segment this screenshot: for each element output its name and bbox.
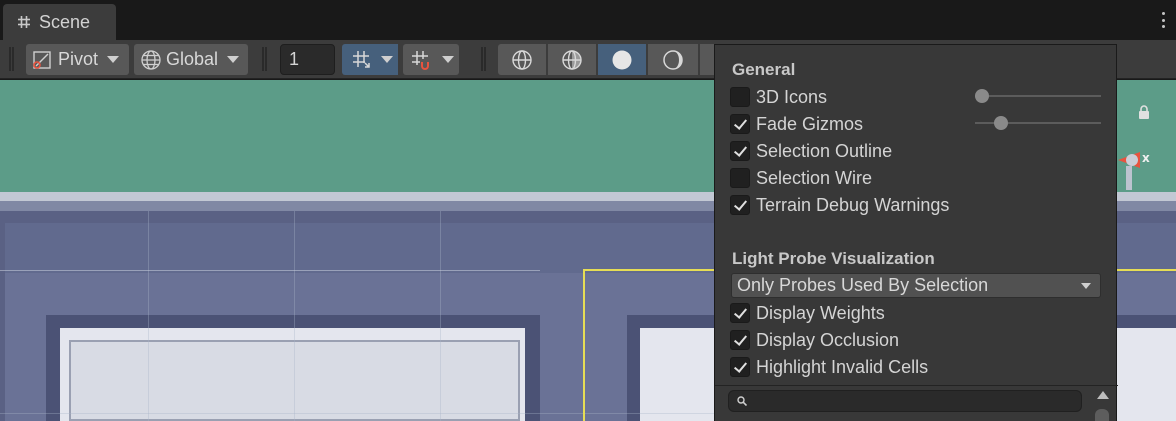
- option-label: Display Weights: [756, 302, 885, 323]
- light-probe-heading: Light Probe Visualization: [732, 249, 935, 268]
- option-display-occlusion[interactable]: Display Occlusion: [730, 329, 899, 351]
- option-selection-outline[interactable]: Selection Outline: [730, 140, 892, 162]
- scene-window: Scene Pivot Global 1 x General 3D Icons …: [0, 0, 1176, 421]
- chevron-down-icon: [1081, 283, 1091, 289]
- checkbox[interactable]: [730, 357, 750, 377]
- fade-gizmos-slider[interactable]: [975, 116, 1101, 130]
- shaded-button[interactable]: [598, 44, 646, 75]
- option-selection-wire[interactable]: Selection Wire: [730, 167, 872, 189]
- option-3d-icons[interactable]: 3D Icons: [730, 86, 827, 108]
- solid-sphere-icon: [612, 50, 632, 69]
- option-label: Selection Outline: [756, 140, 893, 161]
- slider-thumb[interactable]: [994, 116, 1008, 130]
- checkbox[interactable]: [730, 141, 750, 161]
- unlit-shading-button[interactable]: [648, 44, 698, 75]
- option-label: Terrain Debug Warnings: [756, 194, 950, 215]
- grid-snap-icon: [353, 50, 370, 68]
- scene-grid-line: [0, 270, 540, 271]
- toolbar-grip[interactable]: [9, 47, 14, 71]
- tab-title: Scene: [39, 11, 91, 32]
- slider-thumb[interactable]: [975, 89, 989, 103]
- option-fade-gizmos[interactable]: Fade Gizmos: [730, 113, 863, 135]
- search-icon: [737, 396, 747, 406]
- panel-divider: [715, 385, 1118, 386]
- more-options-icon[interactable]: [1160, 12, 1166, 28]
- scrollbar-thumb[interactable]: [1095, 409, 1109, 421]
- option-label: Selection Wire: [756, 167, 873, 188]
- option-label: 3D Icons: [756, 86, 828, 107]
- snap-increment-field[interactable]: 1: [280, 44, 335, 75]
- axis-gizmo-icon[interactable]: x: [1112, 146, 1162, 192]
- chevron-down-icon: [442, 56, 454, 63]
- scroll-up-arrow-icon[interactable]: [1097, 391, 1109, 399]
- scene-grid-line: [148, 211, 149, 421]
- svg-text:x: x: [1142, 151, 1150, 165]
- option-label: Display Occlusion: [756, 329, 900, 350]
- grid-hash-icon: [18, 16, 30, 28]
- tab-strip: Scene: [0, 0, 1176, 40]
- dropdown-value: Only Probes Used By Selection: [737, 275, 989, 295]
- search-input[interactable]: [728, 390, 1082, 412]
- pivot-icon: [33, 50, 51, 69]
- toolbar-grip[interactable]: [481, 47, 486, 71]
- checkbox[interactable]: [730, 168, 750, 188]
- option-display-weights[interactable]: Display Weights: [730, 302, 885, 324]
- toolbar-grip[interactable]: [262, 47, 267, 71]
- pivot-dropdown[interactable]: Pivot: [26, 44, 129, 75]
- general-heading: General: [732, 60, 796, 79]
- chevron-down-icon: [381, 56, 393, 63]
- magnet-grid-icon: [412, 50, 429, 70]
- increment-snap-toggle[interactable]: [403, 44, 439, 75]
- light-probe-mode-dropdown[interactable]: Only Probes Used By Selection: [731, 273, 1101, 298]
- checkbox[interactable]: [730, 330, 750, 350]
- option-label: Fade Gizmos: [756, 113, 864, 134]
- checkbox[interactable]: [730, 114, 750, 134]
- increment-snap-dropdown[interactable]: [437, 44, 459, 75]
- option-highlight-invalid-cells[interactable]: Highlight Invalid Cells: [730, 356, 928, 378]
- shaded-wireframe-sphere-icon: [562, 49, 582, 70]
- grid-snap-dropdown[interactable]: [376, 44, 398, 75]
- scene-grid-line: [294, 211, 295, 421]
- option-terrain-debug-warnings[interactable]: Terrain Debug Warnings: [730, 194, 949, 216]
- overlay-menu-panel: General 3D Icons Fade Gizmos Selection O…: [714, 44, 1118, 421]
- moon-sphere-icon: [663, 49, 683, 70]
- checkbox[interactable]: [730, 87, 750, 107]
- chevron-down-icon: [227, 56, 240, 63]
- wireframe-sphere-icon: [512, 49, 532, 70]
- pivot-label: Pivot: [58, 49, 99, 69]
- checkbox[interactable]: [730, 195, 750, 215]
- lock-icon[interactable]: [1138, 105, 1150, 119]
- tab-scene[interactable]: Scene: [3, 4, 116, 40]
- option-label: Highlight Invalid Cells: [756, 356, 929, 377]
- checkbox[interactable]: [730, 303, 750, 323]
- toolbar-overflow[interactable]: [700, 44, 714, 75]
- wireframe-shading-button[interactable]: [498, 44, 546, 75]
- shaded-wireframe-button[interactable]: [548, 44, 596, 75]
- chevron-down-icon: [107, 56, 120, 63]
- globe-icon: [141, 49, 161, 70]
- icon-size-slider[interactable]: [975, 89, 1101, 103]
- global-label: Global: [166, 49, 219, 69]
- global-dropdown[interactable]: Global: [134, 44, 248, 75]
- scene-grid-line: [440, 211, 441, 421]
